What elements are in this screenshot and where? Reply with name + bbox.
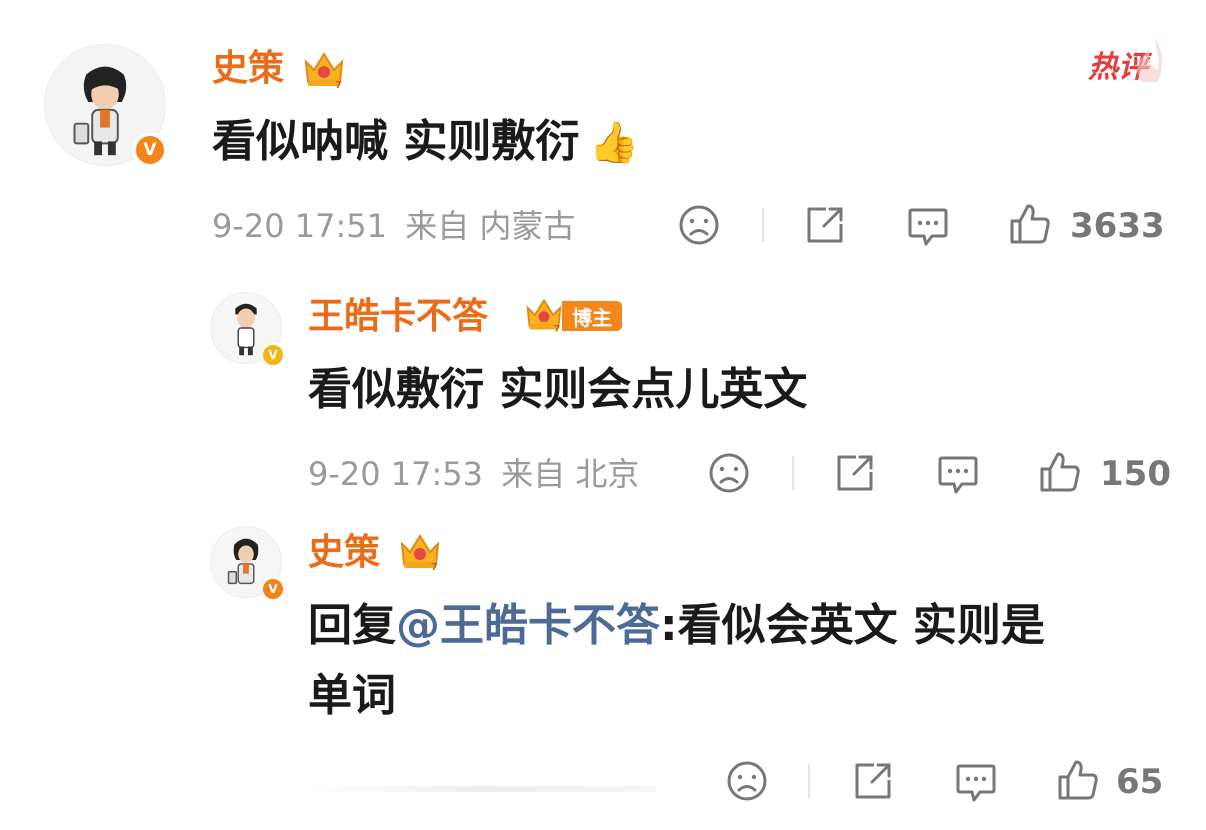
- hot-flame-icon: [1137, 38, 1163, 82]
- action-divider: [762, 208, 764, 242]
- crown-icon: 7: [526, 298, 562, 334]
- comment-timestamp: 9-20 17:51: [212, 207, 388, 245]
- like-icon: [1040, 452, 1080, 492]
- meta-placeholder-bar: [306, 786, 656, 792]
- share-icon: [807, 207, 843, 243]
- reply1-text: 看似敷衍 实则会点儿英文: [308, 364, 808, 415]
- action-divider: [792, 456, 794, 490]
- comment-button[interactable]: [936, 452, 980, 496]
- comment-icon: [908, 208, 948, 246]
- dislike-icon: [709, 453, 749, 493]
- verified-icon: V: [133, 133, 167, 167]
- comment-username[interactable]: 史策: [212, 44, 284, 94]
- blogger-tag: 博主: [562, 301, 622, 331]
- dislike-button[interactable]: [726, 760, 768, 802]
- dislike-button[interactable]: [708, 452, 750, 494]
- thumbs-up-emoji: 👍: [589, 120, 640, 166]
- verified-icon: V: [261, 343, 285, 367]
- reply-prefix: 回复: [308, 600, 396, 651]
- action-divider: [808, 764, 810, 798]
- reply2-text-line2: 单词: [308, 670, 396, 721]
- comment-icon: [956, 764, 996, 802]
- crown-icon: 7: [304, 52, 344, 90]
- like-icon: [1058, 760, 1098, 800]
- comment-like-count: 3633: [1070, 206, 1165, 246]
- reply2-text: 回复@王皓卡不答:看似会英文 实则是: [308, 596, 1045, 656]
- reply2-username[interactable]: 史策: [308, 528, 380, 578]
- reply2-like-count: 65: [1116, 762, 1164, 802]
- comment-button[interactable]: [906, 204, 950, 248]
- mention-link[interactable]: @王皓卡不答: [396, 600, 660, 651]
- comment-text: 看似呐喊 实则敷衍 👍: [212, 112, 639, 173]
- svg-text:7: 7: [335, 80, 342, 90]
- share-icon: [855, 763, 891, 799]
- reply1-timestamp: 9-20 17:53: [308, 455, 484, 493]
- avatar-main[interactable]: V: [44, 44, 167, 167]
- share-icon: [837, 455, 873, 491]
- reply1-like-count: 150: [1100, 454, 1171, 494]
- like-button[interactable]: [1008, 202, 1052, 246]
- avatar-reply2[interactable]: V: [210, 526, 285, 601]
- share-button[interactable]: [804, 204, 846, 246]
- comment-text-body: 看似呐喊 实则敷衍: [212, 116, 580, 167]
- reply1-location: 来自 北京: [501, 455, 640, 493]
- dislike-button[interactable]: [678, 204, 720, 246]
- like-icon: [1010, 204, 1050, 244]
- comment-button[interactable]: [954, 760, 998, 804]
- dislike-icon: [679, 205, 719, 245]
- like-button[interactable]: [1038, 450, 1082, 494]
- comment-meta: 9-20 17:51 来自 内蒙古: [212, 204, 575, 248]
- avatar-reply1[interactable]: V: [210, 292, 285, 367]
- share-button[interactable]: [852, 760, 894, 802]
- dislike-icon: [727, 761, 767, 801]
- reply1-meta: 9-20 17:53 来自 北京: [308, 452, 639, 496]
- comment-location: 来自 内蒙古: [405, 207, 576, 245]
- share-button[interactable]: [834, 452, 876, 494]
- reply1-username[interactable]: 王皓卡不答: [308, 292, 488, 342]
- reply2-text-line1: :看似会英文 实则是: [660, 600, 1045, 651]
- like-button[interactable]: [1056, 758, 1100, 802]
- svg-text:7: 7: [431, 562, 438, 572]
- verified-icon: V: [261, 577, 285, 601]
- comment-icon: [938, 456, 978, 494]
- svg-text:7: 7: [554, 324, 560, 334]
- crown-icon: 7: [400, 534, 440, 572]
